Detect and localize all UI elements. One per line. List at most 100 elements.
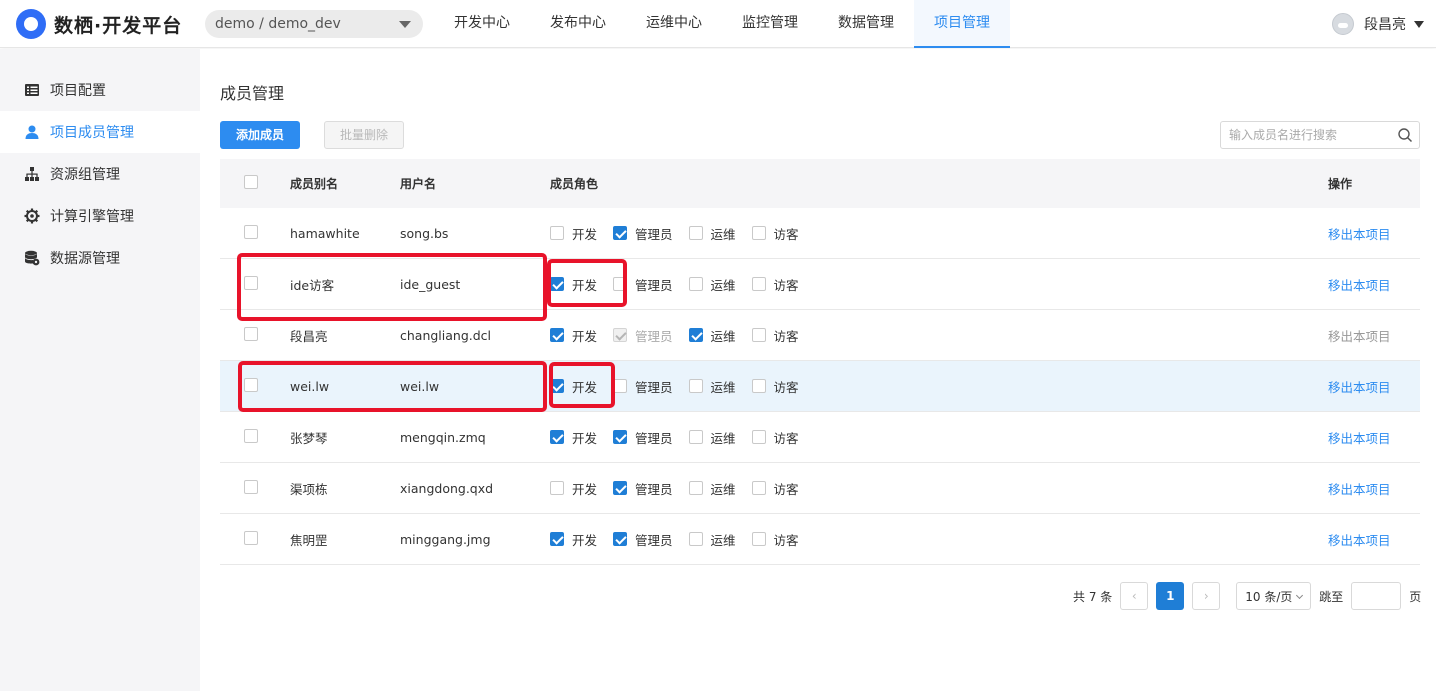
prev-page-button[interactable]: ‹ (1120, 582, 1149, 610)
role-option-dev[interactable]: 开发 (550, 326, 597, 345)
nav-item-project-management[interactable]: 项目管理 (914, 0, 1010, 48)
role-option-ops[interactable]: 运维 (688, 479, 736, 498)
nav-item-dev-center[interactable]: 开发中心 (434, 0, 530, 48)
role-checkbox-guest[interactable] (751, 328, 766, 342)
nav-item-monitoring[interactable]: 监控管理 (722, 0, 818, 48)
role-checkbox-admin[interactable] (613, 532, 628, 546)
role-checkbox-dev[interactable] (550, 481, 564, 495)
select-all-checkbox[interactable] (244, 175, 258, 189)
role-option-dev[interactable]: 开发 (550, 530, 597, 549)
role-checkbox-ops[interactable] (688, 226, 703, 240)
role-option-ops[interactable]: 运维 (688, 428, 736, 447)
role-option-guest[interactable]: 访客 (751, 479, 799, 498)
role-option-guest[interactable]: 访客 (751, 224, 799, 243)
role-option-guest[interactable]: 访客 (751, 428, 799, 447)
remove-member-link: 移出本项目 (1328, 328, 1391, 344)
role-checkbox-admin[interactable] (613, 481, 628, 495)
sidebar-item-members[interactable]: 项目成员管理 (0, 111, 200, 153)
nav-item-release-center[interactable]: 发布中心 (530, 0, 626, 48)
role-checkbox-admin[interactable] (613, 226, 628, 240)
role-option-guest[interactable]: 访客 (751, 530, 799, 549)
remove-member-link[interactable]: 移出本项目 (1328, 482, 1391, 497)
role-option-ops[interactable]: 运维 (688, 377, 736, 396)
remove-member-link[interactable]: 移出本项目 (1328, 227, 1391, 242)
sidebar-item-datasources[interactable]: 数据源管理 (0, 237, 200, 279)
remove-member-link[interactable]: 移出本项目 (1328, 533, 1391, 548)
role-checkbox-dev[interactable] (550, 532, 564, 546)
role-label: 运维 (710, 277, 736, 293)
sidebar-item-compute-engines[interactable]: 计算引擎管理 (0, 195, 200, 237)
user-menu[interactable]: 段昌亮 (1332, 12, 1424, 36)
role-checkbox-ops[interactable] (688, 481, 703, 495)
role-option-guest[interactable]: 访客 (751, 377, 799, 396)
role-label: 开发 (572, 481, 598, 497)
next-page-button[interactable]: › (1192, 582, 1221, 610)
role-checkbox-guest[interactable] (751, 226, 766, 240)
member-alias: hamawhite (290, 225, 360, 241)
role-option-ops[interactable]: 运维 (688, 326, 736, 345)
row-checkbox[interactable] (244, 479, 258, 494)
sidebar-item-project-config[interactable]: 项目配置 (0, 69, 200, 111)
nav-item-ops-center[interactable]: 运维中心 (626, 0, 722, 48)
add-member-button[interactable]: 添加成员 (220, 121, 300, 149)
table-header: 成员别名 用户名 成员角色 操作 (220, 159, 1420, 208)
role-checkbox-dev[interactable] (550, 226, 564, 240)
role-label: 管理员 (635, 481, 673, 497)
project-selector[interactable]: demo / demo_dev (205, 10, 423, 38)
role-checkbox-dev[interactable] (550, 430, 564, 444)
page-size-select[interactable]: 10 条/页 (1236, 582, 1312, 610)
role-option-dev[interactable]: 开发 (550, 428, 597, 447)
role-option-guest[interactable]: 访客 (751, 326, 799, 345)
role-option-admin[interactable]: 管理员 (613, 377, 673, 396)
chevron-down-icon (1296, 591, 1304, 600)
role-option-admin[interactable]: 管理员 (613, 530, 673, 549)
role-checkbox-admin[interactable] (613, 379, 628, 393)
role-checkbox-guest[interactable] (751, 430, 766, 444)
row-checkbox[interactable] (244, 224, 258, 239)
search-input[interactable] (1221, 122, 1391, 148)
role-checkbox-ops[interactable] (688, 532, 703, 546)
role-checkbox-ops[interactable] (688, 277, 703, 291)
role-label: 运维 (710, 532, 736, 548)
search-icon[interactable] (1397, 127, 1413, 143)
role-label: 管理员 (635, 277, 673, 293)
role-option-dev[interactable]: 开发 (550, 479, 597, 498)
member-username: minggang.jmg (400, 531, 491, 547)
role-option-admin[interactable]: 管理员 (613, 479, 673, 498)
app-logo[interactable]: 数栖·开发平台 (16, 9, 182, 39)
caret-down-icon (399, 21, 411, 28)
role-checkbox-admin[interactable] (613, 430, 628, 444)
row-checkbox[interactable] (244, 326, 258, 341)
remove-member-link[interactable]: 移出本项目 (1328, 380, 1391, 395)
page-size-value: 10 条/页 (1245, 589, 1293, 604)
pagination: 共 7 条 ‹ 1 › 10 条/页 跳至 页 (1073, 582, 1421, 610)
remove-member-link[interactable]: 移出本项目 (1328, 278, 1391, 293)
role-checkbox-guest[interactable] (751, 481, 766, 495)
role-option-admin[interactable]: 管理员 (613, 224, 673, 243)
role-checkbox-guest[interactable] (751, 379, 766, 393)
role-checkbox-guest[interactable] (751, 532, 766, 546)
remove-member-link[interactable]: 移出本项目 (1328, 431, 1391, 446)
role-label: 访客 (773, 430, 799, 446)
row-checkbox[interactable] (244, 428, 258, 443)
role-checkbox-dev[interactable] (550, 328, 564, 342)
nav-item-data-management[interactable]: 数据管理 (818, 0, 914, 48)
role-checkbox-ops[interactable] (688, 328, 703, 342)
role-option-dev[interactable]: 开发 (550, 224, 597, 243)
role-checkbox-ops[interactable] (688, 379, 703, 393)
role-option-admin[interactable]: 管理员 (613, 428, 673, 447)
column-header-actions: 操作 (1328, 177, 1353, 191)
role-option-ops[interactable]: 运维 (688, 530, 736, 549)
role-checkbox-ops[interactable] (688, 430, 703, 444)
page-number-current[interactable]: 1 (1156, 582, 1185, 610)
sidebar-item-resource-groups[interactable]: 资源组管理 (0, 153, 200, 195)
role-label: 访客 (773, 277, 799, 293)
role-option-guest[interactable]: 访客 (751, 275, 799, 294)
jump-page-input[interactable] (1351, 582, 1402, 610)
role-option-ops[interactable]: 运维 (688, 275, 736, 294)
row-checkbox[interactable] (244, 530, 258, 545)
role-option-ops[interactable]: 运维 (688, 224, 736, 243)
role-checkbox-guest[interactable] (751, 277, 766, 291)
user-name: 段昌亮 (1364, 17, 1406, 33)
table-row: 渠项栋 xiangdong.qxd 开发 管理员 运维 访客 移出本项目 (220, 463, 1420, 514)
